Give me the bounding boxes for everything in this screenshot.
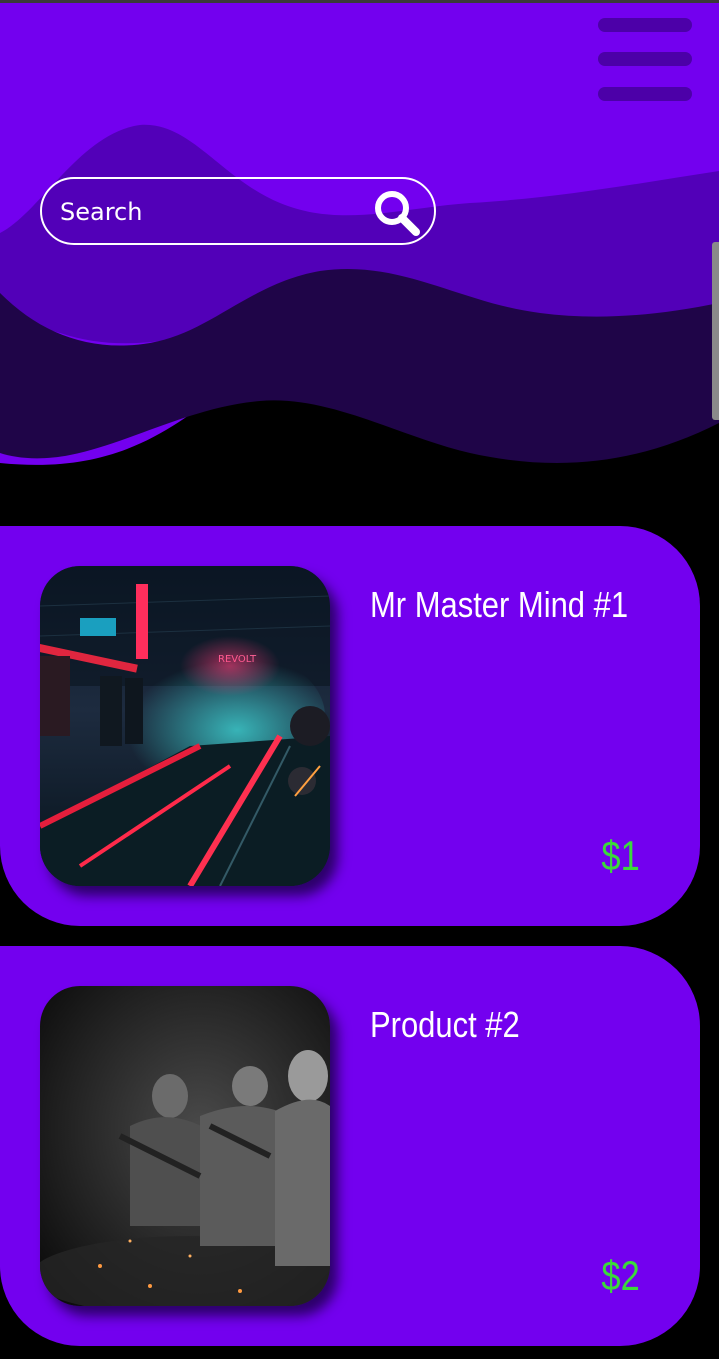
- product-title: Product #2: [370, 1004, 520, 1045]
- search-icon[interactable]: [370, 186, 424, 240]
- product-price: $1: [601, 832, 640, 879]
- product-card[interactable]: Product #2 $2: [0, 946, 700, 1346]
- search-bar: [40, 177, 436, 245]
- product-price: $2: [601, 1252, 640, 1299]
- product-card[interactable]: REVOLT Mr Master Mind #1 $1: [0, 526, 700, 926]
- menu-button[interactable]: [592, 16, 698, 108]
- search-input[interactable]: [60, 193, 360, 231]
- product-image: [40, 986, 330, 1306]
- scrollbar-thumb[interactable]: [712, 242, 719, 420]
- product-image: REVOLT: [40, 566, 330, 886]
- product-title: Mr Master Mind #1: [370, 584, 629, 625]
